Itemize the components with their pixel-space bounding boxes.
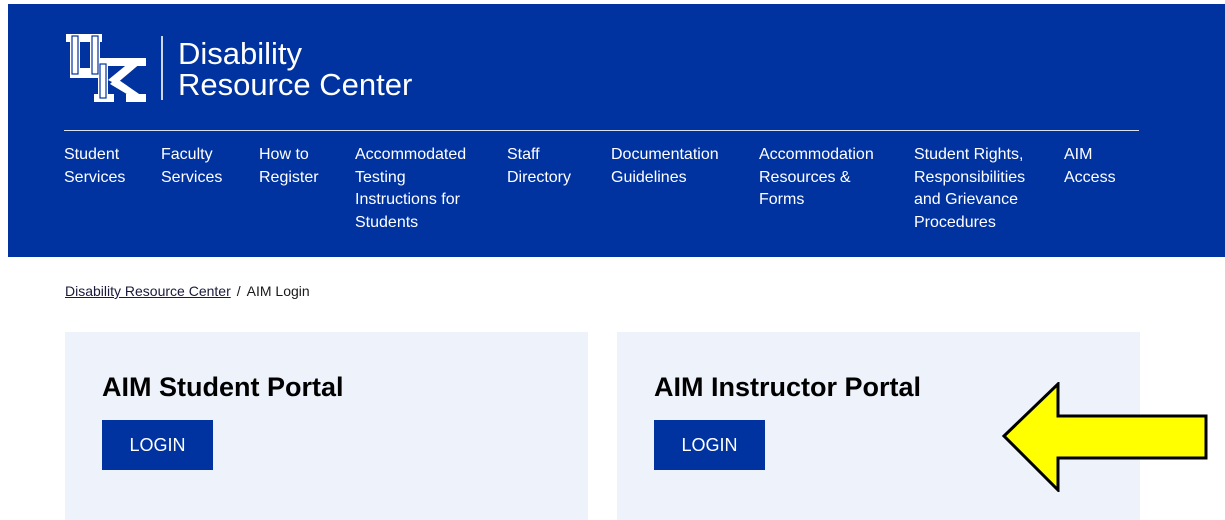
nav-how-to-register[interactable]: How to Register xyxy=(259,144,319,189)
nav-accommodation-resources[interactable]: Accommodation Resources & Forms xyxy=(759,144,874,212)
uk-logo-icon[interactable] xyxy=(64,32,148,104)
nav-student-services[interactable]: Student Services xyxy=(64,144,125,189)
breadcrumb-separator: / xyxy=(236,283,241,299)
site-header: Disability Resource Center Student Servi… xyxy=(8,4,1225,257)
nav-staff-directory[interactable]: Staff Directory xyxy=(507,144,571,189)
nav-aim-access[interactable]: AIM Access xyxy=(1064,144,1116,189)
nav-student-rights[interactable]: Student Rights, Responsibilities and Gri… xyxy=(914,144,1025,234)
logo-divider xyxy=(161,36,163,100)
instructor-portal-title: AIM Instructor Portal xyxy=(654,372,922,402)
breadcrumb-current: AIM Login xyxy=(246,283,310,299)
nav-accommodated-testing[interactable]: Accommodated Testing Instructions for St… xyxy=(355,144,466,234)
header-divider xyxy=(64,130,1139,131)
nav-documentation-guidelines[interactable]: Documentation Guidelines xyxy=(611,144,719,189)
left-arrow-icon xyxy=(1001,382,1208,492)
breadcrumb-link-home[interactable]: Disability Resource Center xyxy=(65,283,231,299)
student-login-button[interactable]: LOGIN xyxy=(102,420,213,470)
breadcrumb: Disability Resource Center / AIM Login xyxy=(65,283,310,299)
student-portal-title: AIM Student Portal xyxy=(102,372,344,402)
site-title-line-1: Disability xyxy=(178,36,303,71)
site-title-line-2: Resource Center xyxy=(178,67,413,102)
main-nav: Student Services Faculty Services How to… xyxy=(64,144,1164,244)
nav-faculty-services[interactable]: Faculty Services xyxy=(161,144,222,189)
site-title[interactable]: Disability Resource Center xyxy=(178,38,412,100)
instructor-login-button[interactable]: LOGIN xyxy=(654,420,765,470)
student-portal-card: AIM Student Portal LOGIN xyxy=(65,332,588,520)
